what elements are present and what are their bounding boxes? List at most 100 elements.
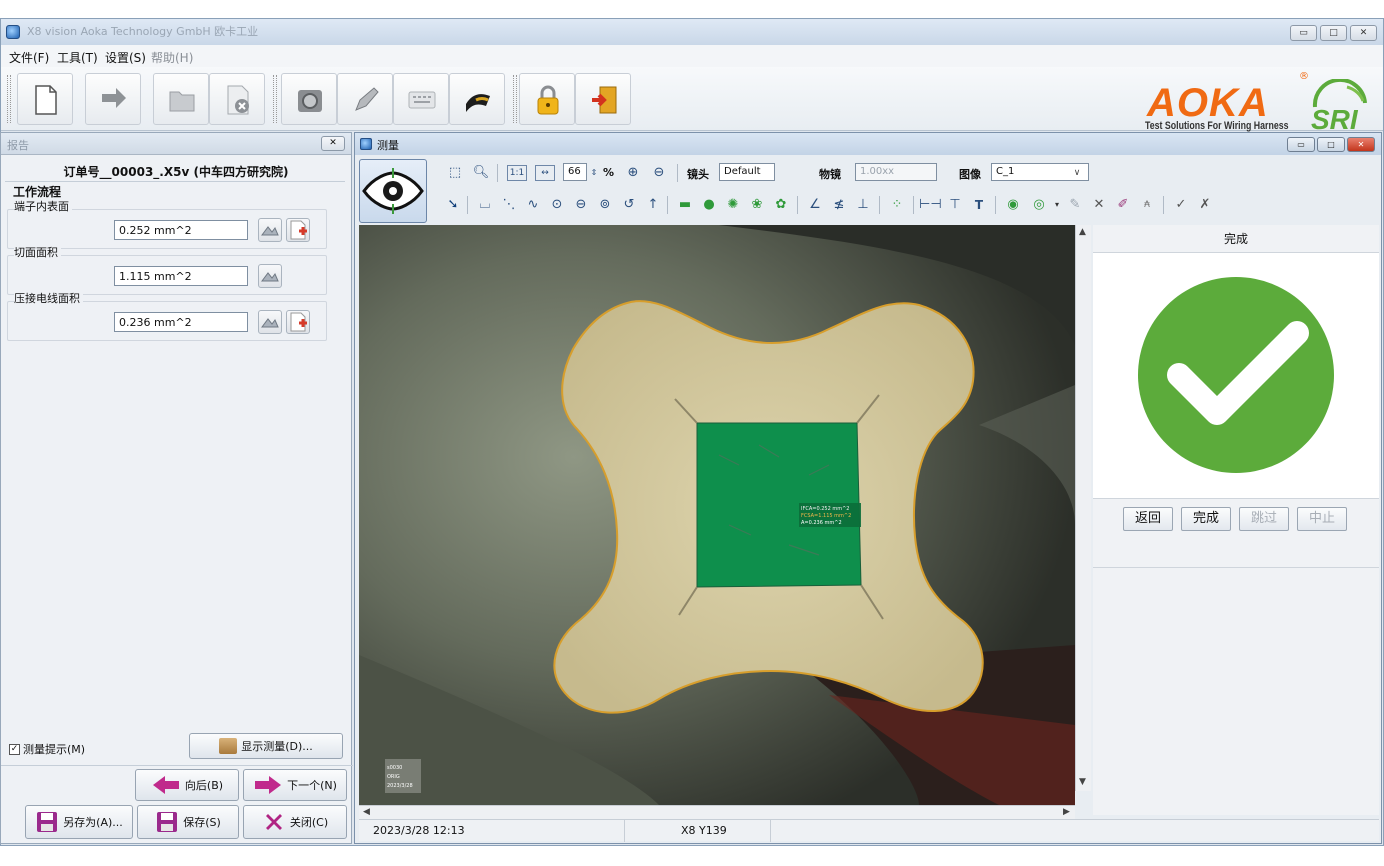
exit-button[interactable] <box>575 73 631 125</box>
image-viewport[interactable]: IFCA=0.252 mm^2 FCSA=1.115 mm^2 A=0.236 … <box>359 225 1075 805</box>
measure-tool-button[interactable] <box>258 310 282 334</box>
camera-button[interactable] <box>281 73 337 125</box>
horizontal-scrollbar[interactable]: ◀ ▶ <box>359 805 1075 819</box>
pointer-icon[interactable]: ➘ <box>443 195 463 215</box>
add-measurement-button[interactable] <box>286 310 310 334</box>
scroll-up-icon[interactable]: ▲ <box>1079 227 1086 237</box>
report-close-button[interactable]: ✕ <box>321 136 345 151</box>
magic-wand-area-icon[interactable]: ✿ <box>771 195 791 215</box>
finish-button[interactable]: 完成 <box>1181 507 1231 531</box>
live-view-button[interactable] <box>359 159 427 223</box>
zoom-rect-icon[interactable]: ⬚ <box>445 163 465 183</box>
measure-tool-button[interactable] <box>258 218 282 242</box>
delete-file-icon <box>227 85 249 115</box>
objective-select[interactable]: 1.00xx <box>855 163 937 181</box>
crimp-icon <box>466 94 490 112</box>
fit-width-button[interactable]: ↔ <box>535 165 555 181</box>
status-bar: 2023/3/28 12:13 X8 Y139 <box>359 819 1379 842</box>
open-folder-button[interactable] <box>153 73 209 125</box>
dropdown-arrow-icon[interactable]: ▾ <box>1047 195 1067 215</box>
text-tool[interactable]: T <box>969 195 989 215</box>
close-button[interactable]: ✕ <box>1350 25 1377 41</box>
vertical-dimension-icon[interactable]: ⊤ <box>945 195 965 215</box>
measure-maximize-button[interactable]: □ <box>1317 137 1345 152</box>
freeform-area-icon[interactable]: ❀ <box>747 195 767 215</box>
angle-icon[interactable]: ∿ <box>523 195 543 215</box>
menu-settings[interactable]: 设置(S) <box>105 49 146 66</box>
menu-tools[interactable]: 工具(T) <box>57 49 98 66</box>
crimp-button[interactable] <box>449 73 505 125</box>
maximize-button[interactable]: □ <box>1320 25 1347 41</box>
add-measurement-button[interactable] <box>286 218 310 242</box>
back-button[interactable]: 向后(B) <box>135 769 239 801</box>
arc-icon[interactable]: ↺ <box>619 195 639 215</box>
double-circle-icon[interactable]: ⊚ <box>595 195 615 215</box>
delete-tool-icon[interactable]: ✕ <box>1089 195 1109 215</box>
measure-hint-checkbox[interactable]: ✓ 测量提示(M) <box>9 741 85 757</box>
zoom-spinner-icon[interactable]: ⇕ <box>587 163 601 183</box>
accept-icon[interactable]: ✓ <box>1171 195 1191 215</box>
show-measure-button[interactable]: 显示测量(D)... <box>189 733 343 759</box>
skip-button[interactable]: 跳过 <box>1239 507 1289 531</box>
arrow-up-icon[interactable]: ↑ <box>643 195 663 215</box>
angle-three-point-icon[interactable]: ≰ <box>829 195 849 215</box>
lens-field[interactable]: Default <box>719 163 775 181</box>
import-button[interactable] <box>85 73 141 125</box>
edit-tool-icon[interactable]: ✎ <box>1065 195 1085 215</box>
rect-area-icon[interactable]: ▬ <box>675 195 695 215</box>
chevron-down-icon[interactable]: ∨ <box>1067 163 1087 183</box>
save-button[interactable]: 保存(S) <box>137 805 239 839</box>
menu-file[interactable]: 文件(F) <box>9 49 49 66</box>
lock-icon <box>537 85 559 115</box>
angle-measure-icon[interactable]: ∠ <box>805 195 825 215</box>
ellipse-area-icon[interactable]: ● <box>699 195 719 215</box>
horizontal-dimension-icon[interactable]: ⊢⊣ <box>919 195 942 215</box>
exit-door-icon <box>592 86 617 114</box>
terminal-inner-surface-value[interactable]: 0.252 mm^2 <box>114 220 248 240</box>
zoom-out-icon[interactable]: ⊖ <box>649 163 669 183</box>
abc-icon[interactable]: ₳ <box>1137 195 1157 215</box>
zoom-input[interactable]: 66 <box>563 163 587 181</box>
next-button[interactable]: 下一个(N) <box>243 769 347 801</box>
measure-minimize-button[interactable]: ▭ <box>1287 137 1315 152</box>
scroll-down-icon[interactable]: ▼ <box>1079 777 1086 787</box>
divider <box>1 765 353 766</box>
reject-icon[interactable]: ✗ <box>1195 195 1215 215</box>
crimped-wire-area-value[interactable]: 0.236 mm^2 <box>114 312 248 332</box>
toolbar-separator <box>995 196 996 214</box>
polygon-area-icon[interactable]: ✺ <box>723 195 743 215</box>
save-as-button[interactable]: 另存为(A)... <box>25 805 133 839</box>
perpendicular-icon[interactable]: ⊥ <box>853 195 873 215</box>
circle-icon[interactable]: ⊙ <box>547 195 567 215</box>
line-measure-icon[interactable]: ⌴ <box>475 195 495 215</box>
edit-button[interactable] <box>337 73 393 125</box>
measure-close-button[interactable]: ✕ <box>1347 137 1375 152</box>
measure-toolbar-tools: ➘ ⌴ ⋱ ∿ ⊙ ⊖ ⊚ ↺ ↑ ▬ ● ✺ ❀ ✿ ∠ ≰ ⊥ ⁘ ⊢⊣ ⊤… <box>439 191 1379 219</box>
circle-diameter-icon[interactable]: ⊖ <box>571 195 591 215</box>
scroll-left-icon[interactable]: ◀ <box>363 807 370 817</box>
keyboard-icon <box>408 91 436 109</box>
zoom-in-icon[interactable]: ⊕ <box>623 163 643 183</box>
auto-detect-menu-icon[interactable]: ◎ <box>1029 195 1049 215</box>
keyboard-button[interactable] <box>393 73 449 125</box>
close-report-button[interactable]: 关闭(C) <box>243 805 347 839</box>
actual-size-button[interactable]: 1:1 <box>507 165 527 181</box>
vertical-scrollbar[interactable]: ▲ ▼ <box>1075 225 1091 791</box>
menu-help[interactable]: 帮助(H) <box>151 49 193 66</box>
new-button[interactable] <box>17 73 73 125</box>
return-button[interactable]: 返回 <box>1123 507 1173 531</box>
grid-points-icon[interactable]: ⁘ <box>887 195 907 215</box>
scroll-right-icon[interactable]: ▶ <box>1063 807 1070 817</box>
measure-tool-button[interactable] <box>258 264 282 288</box>
arrow-right-icon <box>255 776 282 794</box>
polyline-icon[interactable]: ⋱ <box>499 195 519 215</box>
cut-area-value[interactable]: 1.115 mm^2 <box>114 266 248 286</box>
brush-icon[interactable]: ✐ <box>1113 195 1133 215</box>
magnifier-icon[interactable]: 🔍︎ <box>471 163 491 183</box>
lock-button[interactable] <box>519 73 575 125</box>
delete-button[interactable] <box>209 73 265 125</box>
auto-detect-icon[interactable]: ◉ <box>1003 195 1023 215</box>
status-datetime: 2023/3/28 12:13 <box>359 820 625 842</box>
abort-button[interactable]: 中止 <box>1297 507 1347 531</box>
minimize-button[interactable]: ▭ <box>1290 25 1317 41</box>
